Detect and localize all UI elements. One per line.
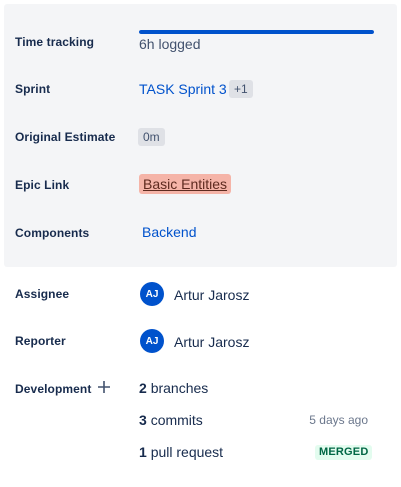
assignee-name[interactable]: Artur Jarosz bbox=[174, 287, 249, 303]
commits-link[interactable]: 3 commits bbox=[139, 412, 203, 428]
sprint-label: Sprint bbox=[15, 82, 51, 96]
assignee-avatar[interactable]: AJ bbox=[140, 282, 164, 306]
pull-request-link[interactable]: 1 pull request bbox=[139, 444, 223, 460]
time-tracking-fill bbox=[139, 30, 374, 34]
time-logged-value: 6h logged bbox=[139, 36, 201, 52]
merged-status-badge: MERGED bbox=[315, 445, 373, 460]
components-label: Components bbox=[15, 226, 90, 240]
commits-text: commits bbox=[150, 412, 203, 428]
component-link[interactable]: Backend bbox=[142, 224, 196, 240]
pull-request-text: pull request bbox=[150, 444, 224, 460]
plus-icon[interactable] bbox=[95, 378, 113, 396]
commits-date: 5 days ago bbox=[309, 413, 368, 427]
epic-link-lozenge[interactable]: Basic Entities bbox=[139, 174, 232, 194]
reporter-avatar[interactable]: AJ bbox=[140, 329, 164, 353]
pull-request-count: 1 bbox=[139, 444, 147, 460]
branches-text: branches bbox=[150, 380, 209, 396]
sprint-link[interactable]: TASK Sprint 3 bbox=[139, 81, 227, 97]
commits-count: 3 bbox=[139, 412, 147, 428]
branches-count: 2 bbox=[139, 380, 147, 396]
branches-link[interactable]: 2 branches bbox=[139, 380, 208, 396]
epic-link-label: Epic Link bbox=[15, 178, 70, 192]
time-tracking-bar[interactable] bbox=[139, 30, 374, 34]
original-estimate-value[interactable]: 0m bbox=[138, 128, 165, 146]
sprint-more-badge[interactable]: +1 bbox=[229, 80, 253, 98]
original-estimate-label: Original Estimate bbox=[15, 130, 116, 144]
reporter-name[interactable]: Artur Jarosz bbox=[174, 334, 249, 350]
reporter-label: Reporter bbox=[15, 334, 66, 348]
time-tracking-label: Time tracking bbox=[15, 35, 95, 49]
assignee-label: Assignee bbox=[15, 287, 70, 301]
development-label: Development bbox=[15, 382, 92, 396]
